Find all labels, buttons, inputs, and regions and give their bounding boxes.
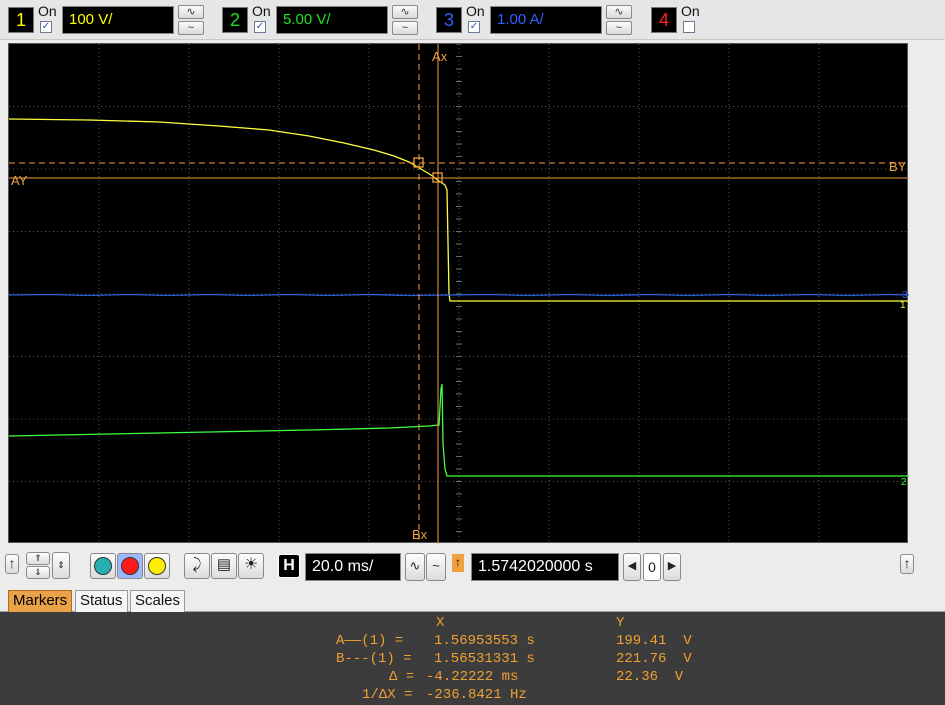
timebase-down-button[interactable]: ~	[426, 553, 446, 581]
svg-text:1: 1	[900, 300, 906, 311]
panel-tabs: Markers Status Scales	[0, 588, 945, 612]
marker-teal-icon	[94, 557, 112, 575]
trigger-position-icon[interactable]: ↑	[452, 554, 464, 572]
marker-b-y-value: 221.76 V	[616, 651, 692, 667]
position-right-button[interactable]: ▶	[663, 553, 681, 581]
marker-delta-label: Δ =	[389, 669, 415, 685]
channel-2-scale-field[interactable]: 5.00 V/	[276, 6, 388, 34]
timebase-up-button[interactable]: ∿	[405, 553, 425, 581]
channel-1-on-label: On	[38, 3, 57, 19]
position-left-button[interactable]: ◀	[623, 553, 641, 581]
channel-4-on-label: On	[681, 3, 700, 19]
scale-up-small-button[interactable]: ⇑	[26, 552, 50, 565]
channel-4-button[interactable]: 4	[651, 7, 677, 33]
print-icon[interactable]: ▤	[211, 553, 237, 579]
channel-2-on-label: On	[252, 3, 271, 19]
channel-3-scale-field[interactable]: 1.00 A/	[490, 6, 602, 34]
tab-status[interactable]: Status	[75, 590, 128, 612]
channel-3-scale-up-button[interactable]: ∿	[606, 5, 632, 19]
channel-2-scale-down-button[interactable]: ~	[392, 21, 418, 35]
marker-inverse-delta-x-value: -236.8421 Hz	[426, 687, 527, 703]
brightness-icon[interactable]: ☀	[238, 553, 264, 579]
graticule-grid	[9, 44, 909, 544]
marker-delta-y-value: 22.36 V	[616, 669, 684, 685]
channel-2-scale-up-button[interactable]: ∿	[392, 5, 418, 19]
channel-1-button[interactable]: 1	[8, 7, 34, 33]
marker-yellow-icon	[148, 557, 166, 575]
scale-down-small-button[interactable]: ⇓	[26, 566, 50, 579]
scroll-up-right-button[interactable]: ↑	[900, 554, 914, 574]
channel-2-ground-marker[interactable]: 2	[901, 477, 909, 490]
tab-scales[interactable]: Scales	[130, 590, 186, 612]
markers-panel: X Y A——(1) = 1.56953553 s 199.41 V B---(…	[0, 612, 945, 705]
markers-header-y: Y	[616, 615, 625, 631]
channel-2-trace	[9, 383, 909, 477]
marker-a-label: A——(1) =	[336, 633, 404, 649]
marker-b-label: B---(1) =	[336, 651, 412, 667]
marker-color-2-button[interactable]	[117, 553, 143, 579]
time-position-field[interactable]: 1.5742020000 s	[471, 553, 619, 581]
channel-bar: 1 On ✓ 100 V/ ∿ ~ 2 On ✓ 5.00 V/ ∿ ~ 3 O…	[0, 0, 945, 40]
channel-4-controls: 4 On	[651, 3, 721, 37]
cursor-by-label: BY	[889, 159, 907, 174]
marker-delta-x-value: -4.22222 ms	[426, 669, 519, 685]
channel-3-on-checkbox[interactable]: ✓	[468, 21, 480, 33]
channel-1-controls: 1 On ✓ 100 V/ ∿ ~	[8, 3, 218, 37]
channel-1-scale-field[interactable]: 100 V/	[62, 6, 174, 34]
scope-display[interactable]: Ax Bx AY BY 3 1 2	[8, 43, 909, 544]
channel-1-on-checkbox[interactable]: ✓	[40, 21, 52, 33]
scale-step-button[interactable]: ⇕	[52, 552, 70, 579]
tab-markers[interactable]: Markers	[8, 590, 73, 612]
channel-3-scale-buttons: ∿ ~	[606, 5, 632, 35]
svg-text:2: 2	[901, 477, 907, 488]
channel-1-scale-buttons: ∿ ~	[178, 5, 204, 35]
cursor-ay-label: AY	[11, 173, 28, 188]
markers-header-x: X	[436, 615, 445, 631]
autoscale-icon[interactable]: ⤸	[184, 553, 210, 579]
oscilloscope-app: 1 On ✓ 100 V/ ∿ ~ 2 On ✓ 5.00 V/ ∿ ~ 3 O…	[0, 0, 945, 705]
control-toolbar: ↑ ⇑ ⇓ ⇕ ⤸ ▤ ☀ H 20.0 ms/ ∿ ~ ↑ 1.5742020…	[0, 548, 945, 588]
channel-1-trace	[9, 118, 909, 302]
position-step-value[interactable]: 0	[643, 553, 661, 581]
channel-1-scale-down-button[interactable]: ~	[178, 21, 204, 35]
timebase-field[interactable]: 20.0 ms/	[305, 553, 401, 581]
marker-a-y-value: 199.41 V	[616, 633, 692, 649]
channel-4-on-checkbox[interactable]	[683, 21, 695, 33]
channel-3-scale-down-button[interactable]: ~	[606, 21, 632, 35]
channel-3-controls: 3 On ✓ 1.00 A/ ∿ ~	[436, 3, 646, 37]
scroll-up-button[interactable]: ↑	[5, 554, 19, 574]
cursor-bx-label: Bx	[412, 527, 428, 542]
channel-1-ground-marker[interactable]: 1	[900, 300, 909, 312]
marker-color-3-button[interactable]	[144, 553, 170, 579]
channel-3-trace	[9, 293, 909, 297]
channel-1-scale-up-button[interactable]: ∿	[178, 5, 204, 19]
cursor-ax-label: Ax	[432, 49, 448, 64]
marker-color-1-button[interactable]	[90, 553, 116, 579]
marker-a-x-value: 1.56953553 s	[434, 633, 535, 649]
channel-2-on-checkbox[interactable]: ✓	[254, 21, 266, 33]
marker-b-x-value: 1.56531331 s	[434, 651, 535, 667]
channel-3-button[interactable]: 3	[436, 7, 462, 33]
horizontal-h-button[interactable]: H	[278, 554, 300, 578]
channel-2-controls: 2 On ✓ 5.00 V/ ∿ ~	[222, 3, 432, 37]
channel-2-button[interactable]: 2	[222, 7, 248, 33]
marker-red-icon	[121, 557, 139, 575]
channel-3-on-label: On	[466, 3, 485, 19]
channel-2-scale-buttons: ∿ ~	[392, 5, 418, 35]
marker-inverse-delta-label: 1/ΔX =	[362, 687, 413, 703]
